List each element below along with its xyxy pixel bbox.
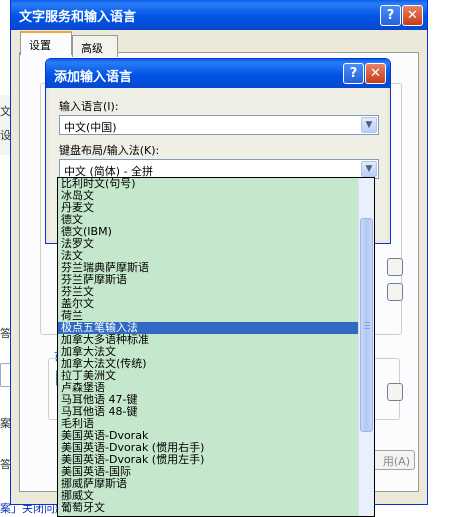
keyboard-layout-combo[interactable]: 中文 (简体) - 全拼 ▼ xyxy=(59,159,379,179)
tab-settings-label: 设置 xyxy=(29,39,51,52)
dropdown-item[interactable]: 美国英语-Dvorak xyxy=(58,430,359,442)
input-language-label: 输入语言(I): xyxy=(59,100,119,113)
input-language-value: 中文(中国) xyxy=(64,121,117,134)
outer-close-button[interactable]: ✕ xyxy=(402,5,423,26)
dropdown-item[interactable]: 芬兰瑞典萨摩斯语 xyxy=(58,262,359,274)
dropdown-item[interactable]: 挪威文 xyxy=(58,490,359,502)
outer-side-button-2[interactable] xyxy=(387,283,403,301)
dropdown-item[interactable]: 美国英语-国际 xyxy=(58,466,359,478)
dropdown-item[interactable]: 拉丁美洲文 xyxy=(58,370,359,382)
dropdown-item[interactable]: 卢森堡语 xyxy=(58,382,359,394)
tab-advanced-label: 高级 xyxy=(81,42,103,55)
dropdown-item[interactable]: 法文 xyxy=(58,250,359,262)
grip-line xyxy=(364,325,370,326)
inner-help-button[interactable]: ? xyxy=(343,63,364,84)
dropdown-item[interactable]: 马耳他语 47-键 xyxy=(58,394,359,406)
dropdown-item[interactable]: 德文(IBM) xyxy=(58,226,359,238)
keyboard-layout-label: 键盘布局/输入法(K): xyxy=(59,144,160,157)
dropdown-item[interactable]: 加拿大多语种标准 xyxy=(58,334,359,346)
help-icon: ? xyxy=(386,8,395,23)
dropdown-item[interactable]: 法罗文 xyxy=(58,238,359,250)
dropdown-scrollbar[interactable] xyxy=(358,178,374,516)
dropdown-item[interactable]: 马耳他语 48-键 xyxy=(58,406,359,418)
outer-title: 文字服务和输入语言 xyxy=(19,10,137,25)
scrollbar-thumb[interactable] xyxy=(360,218,373,432)
tab-advanced[interactable]: 高级 xyxy=(72,35,118,57)
close-icon: ✕ xyxy=(370,66,381,81)
outer-side-button-1[interactable] xyxy=(387,258,403,276)
dropdown-item[interactable]: 丹麦文 xyxy=(58,202,359,214)
grip-line xyxy=(364,328,370,329)
dropdown-item[interactable]: 芬兰萨摩斯语 xyxy=(58,274,359,286)
dropdown-item[interactable]: 加拿大法文 xyxy=(58,346,359,358)
inner-title: 添加输入语言 xyxy=(54,70,133,85)
grip-line xyxy=(364,322,370,323)
dropdown-item[interactable]: 挪威萨摩斯语 xyxy=(58,478,359,490)
dropdown-item[interactable]: 德文 xyxy=(58,214,359,226)
dropdown-item[interactable]: 比利时文(句号) xyxy=(58,178,359,190)
dropdown-item[interactable]: 芬兰文 xyxy=(58,286,359,298)
dropdown-item[interactable]: 加拿大法文(传统) xyxy=(58,358,359,370)
keyboard-layout-dropdown[interactable]: 比利时文(句号) 冰岛文 丹麦文 德文 德文(IBM) 法罗文 法文 芬兰瑞典萨摩斯语 芬兰萨摩… xyxy=(57,177,375,517)
close-icon: ✕ xyxy=(407,8,418,23)
dropdown-item[interactable]: 荷兰 xyxy=(58,310,359,322)
input-language-combo[interactable]: 中文(中国) ▼ xyxy=(59,115,379,135)
chevron-down-icon[interactable]: ▼ xyxy=(361,161,377,177)
dropdown-item[interactable]: 极点五笔输入法 xyxy=(58,322,359,334)
dropdown-item[interactable]: 美国英语-Dvorak (惯用左手) xyxy=(58,454,359,466)
outer-title-bar[interactable]: 文字服务和输入语言 ? ✕ xyxy=(11,0,427,30)
inner-title-bar[interactable]: 添加输入语言 ? ✕ xyxy=(46,59,390,88)
outer-side-button-4[interactable] xyxy=(387,383,403,401)
dropdown-list: 比利时文(句号) 冰岛文 丹麦文 德文 德文(IBM) 法罗文 法文 芬兰瑞典萨摩斯语 芬兰萨摩… xyxy=(58,178,359,514)
chevron-down-icon[interactable]: ▼ xyxy=(361,117,377,133)
outer-help-button[interactable]: ? xyxy=(380,5,401,26)
inner-close-button[interactable]: ✕ xyxy=(365,63,386,84)
tab-settings[interactable]: 设置 xyxy=(20,31,72,55)
dropdown-item[interactable]: 冰岛文 xyxy=(58,190,359,202)
dropdown-item[interactable]: 毛利语 xyxy=(58,418,359,430)
dropdown-item[interactable]: 葡萄牙文 xyxy=(58,502,359,514)
dropdown-item[interactable]: 盖尔文 xyxy=(58,298,359,310)
help-icon: ? xyxy=(349,66,358,81)
dropdown-item[interactable]: 美国英语-Dvorak (惯用右手) xyxy=(58,442,359,454)
